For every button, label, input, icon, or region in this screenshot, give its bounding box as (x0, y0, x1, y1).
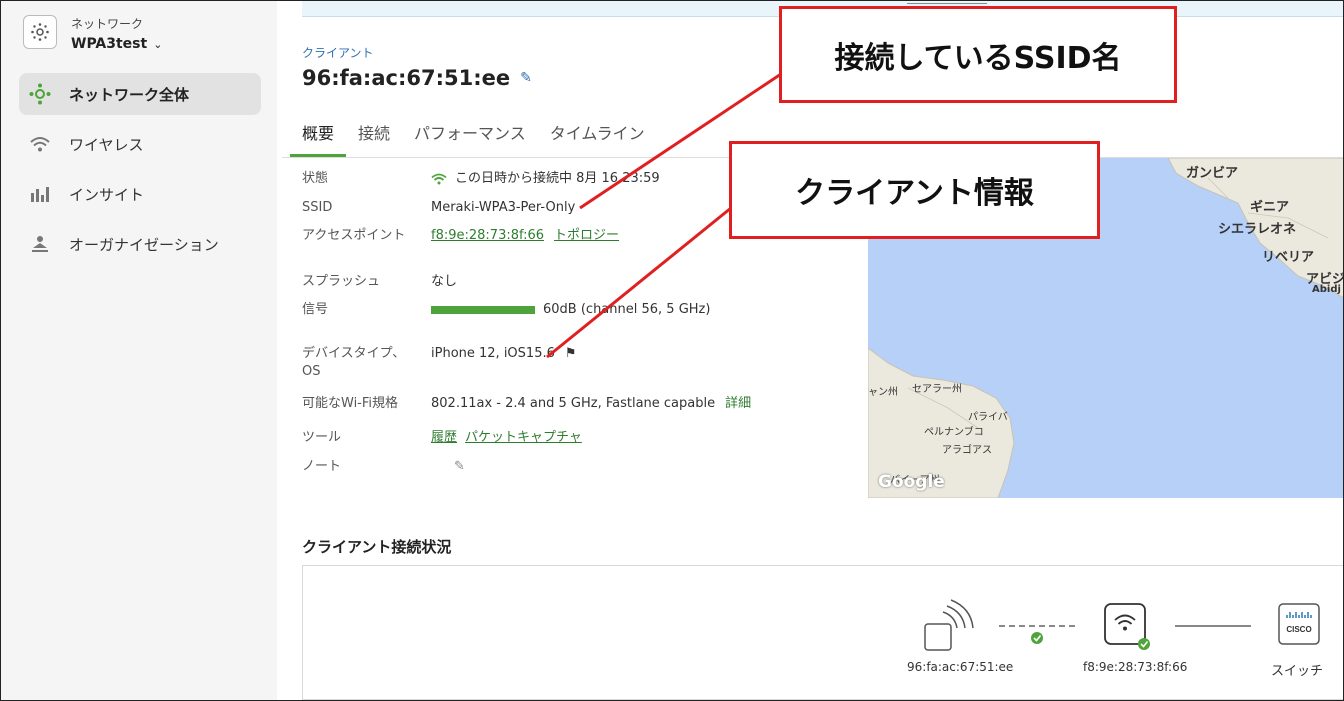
ap-node-label[interactable]: f8:9e:28:73:8f:66 (1083, 660, 1187, 674)
switch-node-label[interactable]: スイッチ (1271, 660, 1323, 679)
sidebar-item-label: オーガナイゼーション (69, 235, 219, 254)
ssid-annotation-callout: 接続しているSSID名 (779, 6, 1177, 103)
network-label: ネットワーク (71, 17, 144, 31)
sidebar-item-organization[interactable]: オーガナイゼーション (19, 223, 261, 265)
switch-icon (1278, 603, 1320, 645)
organization-icon (29, 233, 51, 255)
sidebar-item-label: ネットワーク全体 (69, 85, 190, 104)
connection-status-title: クライアント接続状況 (302, 538, 452, 556)
connection-diagram: CISCO (924, 599, 1320, 651)
sidebar: ネットワーク WPA3test ⌄ ネットワーク全体 ワイヤレス インサイト オ… (1, 1, 277, 700)
tab-timeline[interactable]: タイムライン (538, 114, 657, 158)
status-value: この日時から接続中 8月 16 23:59 (431, 170, 660, 188)
client-node-label: 96:fa:ac:67:51:ee (907, 660, 1014, 674)
map-label: Abidj (1312, 284, 1341, 295)
splash-label: スプラッシュ (302, 274, 381, 289)
connection-status-panel: CISCO 96:fa:ac:67:51:ee f8:9e:28:73:8f:6… (302, 565, 1344, 700)
ssid-label: SSID (302, 200, 333, 215)
tab-performance[interactable]: パフォーマンス (402, 114, 538, 158)
sidebar-item-insight[interactable]: インサイト (19, 173, 261, 215)
map-label: パライバ (968, 412, 1008, 423)
device-text: iPhone 12, iOS15.6 (431, 346, 555, 361)
ap-label: アクセスポイント (302, 228, 406, 243)
google-logo: Google (878, 472, 945, 492)
link-ok-icon (1031, 632, 1043, 644)
packet-capture-link[interactable]: パケットキャプチャ (465, 429, 582, 447)
signal-text: 60dB (channel 56, 5 GHz) (543, 302, 711, 317)
map-label: ギニア (1250, 200, 1290, 215)
chevron-down-icon: ⌄ (153, 37, 163, 51)
history-link[interactable]: 履歴 (431, 429, 457, 447)
wifi-status-icon (431, 173, 447, 185)
details-link[interactable]: 詳細 (725, 395, 751, 413)
tab-bar: 概要 接続 パフォーマンス タイムライン (290, 114, 657, 158)
wifi-standard-label: 可能なWi-Fi規格 (302, 396, 399, 411)
network-name[interactable]: WPA3test ⌄ (71, 36, 162, 52)
ssid-value: Meraki-WPA3-Per-Only (431, 200, 576, 215)
client-mac-title: 96:fa:ac:67:51:ee (302, 66, 511, 90)
ap-mac-link[interactable]: f8:9e:28:73:8f:66 (431, 227, 544, 245)
network-selector[interactable]: ネットワーク WPA3test ⌄ (23, 15, 162, 52)
tab-overview[interactable]: 概要 (290, 114, 347, 158)
device-value: iPhone 12, iOS15.6 ⚑ (431, 345, 577, 363)
device-label: デバイスタイプ、OS (302, 346, 406, 379)
breadcrumb[interactable]: クライアント (302, 44, 374, 61)
map-label: アラゴアス (942, 445, 992, 456)
sidebar-item-wireless[interactable]: ワイヤレス (19, 123, 261, 165)
insight-chart-icon (29, 183, 51, 205)
access-point-icon (1104, 603, 1150, 650)
topology-link[interactable]: トポロジー (554, 227, 619, 245)
flag-icon[interactable]: ⚑ (565, 345, 577, 363)
map-label: セアラー州 (912, 384, 962, 395)
sidebar-item-label: ワイヤレス (69, 135, 144, 154)
note-edit-icon[interactable]: ✎ (454, 458, 465, 476)
wifi-icon (29, 133, 51, 155)
map-label: リベリア (1262, 250, 1315, 265)
status-label: 状態 (302, 171, 329, 186)
page-title: 96:fa:ac:67:51:ee ✎ (302, 66, 532, 90)
wifi-standard-text: 802.11ax - 2.4 and 5 GHz, Fastlane capab… (431, 396, 716, 411)
tab-connection[interactable]: 接続 (346, 114, 402, 158)
tools-label: ツール (302, 430, 342, 445)
sidebar-item-label: インサイト (69, 185, 145, 204)
client-info-annotation-callout: クライアント情報 (729, 141, 1100, 239)
wifi-standard-value: 802.11ax - 2.4 and 5 GHz, Fastlane capab… (431, 395, 751, 413)
map-label: ガンビア (1186, 166, 1239, 181)
map-label: シエラレオネ (1218, 222, 1297, 237)
signal-value: 60dB (channel 56, 5 GHz) (431, 301, 710, 319)
signal-label: 信号 (302, 302, 329, 317)
edit-pencil-icon[interactable]: ✎ (520, 70, 532, 86)
sidebar-item-network-wide[interactable]: ネットワーク全体 (19, 73, 261, 115)
status-text: この日時から接続中 8月 16 23:59 (455, 171, 660, 186)
map-label: ャン州 (868, 387, 898, 398)
network-wide-icon (29, 83, 51, 105)
cisco-logo-text: CISCO (1286, 625, 1311, 634)
note-label: ノート (302, 459, 342, 474)
map-label: ペルナンブコ (924, 427, 984, 438)
signal-bar (431, 306, 535, 314)
client-device-icon (924, 599, 974, 651)
sidebar-nav: ネットワーク全体 ワイヤレス インサイト オーガナイゼーション (19, 73, 261, 273)
network-name-text: WPA3test (71, 36, 148, 52)
splash-value: なし (431, 274, 458, 289)
network-icon (23, 15, 57, 49)
tools-value: 履歴 パケットキャプチャ (431, 429, 582, 447)
ap-value: f8:9e:28:73:8f:66 トポロジー (431, 227, 619, 245)
